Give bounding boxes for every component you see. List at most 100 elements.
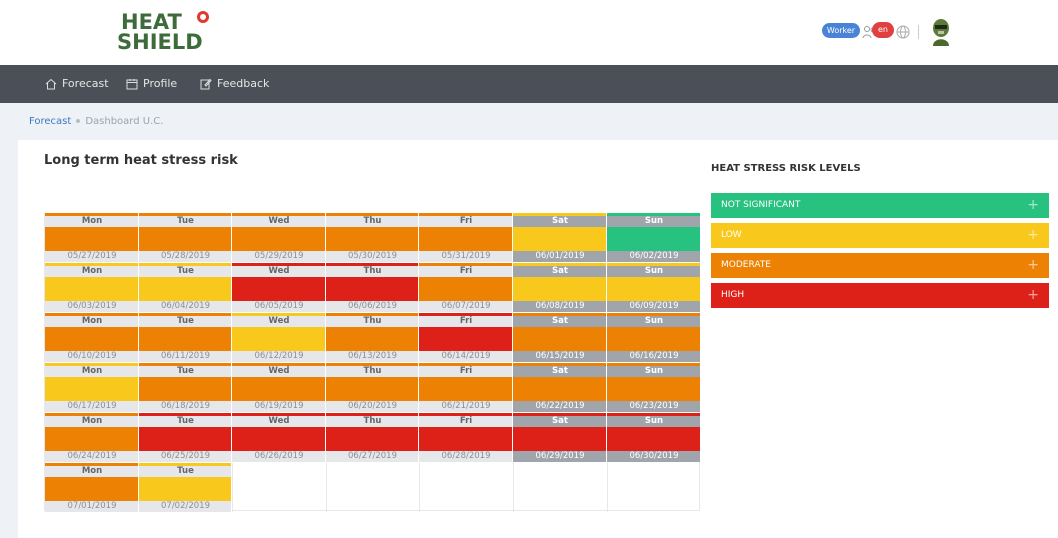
day-name: Sat (513, 216, 607, 227)
calendar-day[interactable]: Sat 06/15/2019 (513, 313, 607, 362)
day-risk-bar (45, 477, 139, 501)
nav-forecast[interactable]: Forecast (45, 65, 109, 103)
day-name: Fri (419, 266, 513, 277)
day-name: Sun (607, 216, 701, 227)
breadcrumb-forecast-link[interactable]: Forecast (29, 116, 71, 127)
legend-item-moderate[interactable]: MODERATE + (711, 253, 1049, 278)
calendar-day[interactable]: Sun 06/30/2019 (607, 413, 701, 462)
calendar-day[interactable]: Mon 06/24/2019 (45, 413, 139, 462)
day-date: 06/06/2019 (326, 301, 419, 312)
day-name: Tue (139, 416, 232, 427)
heatshield-logo[interactable]: HEAT SHIELD (117, 10, 212, 58)
day-name: Tue (139, 266, 232, 277)
calendar-day[interactable]: Tue 06/18/2019 (139, 363, 232, 412)
globe-icon[interactable] (896, 25, 910, 39)
day-name: Wed (232, 416, 326, 427)
calendar-icon (126, 79, 138, 90)
calendar-day[interactable]: Fri 06/21/2019 (419, 363, 513, 412)
day-separator (700, 363, 701, 412)
day-date: 05/30/2019 (326, 251, 419, 262)
day-risk-bar (513, 427, 607, 451)
day-separator (700, 413, 701, 462)
calendar-day[interactable]: Tue 06/04/2019 (139, 263, 232, 312)
day-risk-bar (232, 277, 326, 301)
day-name: Wed (232, 366, 326, 377)
day-name: Fri (419, 316, 513, 327)
expand-plus-icon[interactable]: + (1027, 283, 1039, 308)
calendar-day[interactable]: Mon 05/27/2019 (45, 213, 139, 262)
calendar-day[interactable]: Thu 06/20/2019 (326, 363, 419, 412)
calendar-empty-day (326, 463, 419, 512)
calendar-day[interactable]: Sun 06/02/2019 (607, 213, 701, 262)
day-date: 06/05/2019 (232, 301, 326, 312)
role-badge[interactable]: Worker (822, 23, 860, 38)
nav-feedback[interactable]: Feedback (200, 65, 269, 103)
day-risk-bar (139, 477, 232, 501)
legend-item-high[interactable]: HIGH + (711, 283, 1049, 308)
day-name: Sun (607, 266, 701, 277)
calendar-day[interactable]: Wed 05/29/2019 (232, 213, 326, 262)
calendar-day[interactable]: Tue 06/11/2019 (139, 313, 232, 362)
day-risk-bar (139, 277, 232, 301)
day-date: 06/11/2019 (139, 351, 232, 362)
calendar-day[interactable]: Mon 06/10/2019 (45, 313, 139, 362)
calendar-day[interactable]: Tue 05/28/2019 (139, 213, 232, 262)
calendar-day[interactable]: Fri 06/28/2019 (419, 413, 513, 462)
calendar-day[interactable]: Mon 06/17/2019 (45, 363, 139, 412)
legend-item-not-significant[interactable]: NOT SIGNIFICANT + (711, 193, 1049, 218)
calendar-day[interactable]: Thu 06/27/2019 (326, 413, 419, 462)
main-nav: Forecast Profile Feedback (0, 65, 1058, 103)
day-name: Wed (232, 316, 326, 327)
legend-item-label: HIGH (721, 290, 745, 300)
day-risk-bar (419, 277, 513, 301)
calendar-day[interactable]: Fri 06/07/2019 (419, 263, 513, 312)
calendar-day[interactable]: Thu 06/06/2019 (326, 263, 419, 312)
calendar-day[interactable]: Mon 06/03/2019 (45, 263, 139, 312)
calendar-day[interactable]: Tue 06/25/2019 (139, 413, 232, 462)
calendar-day[interactable]: Thu 06/13/2019 (326, 313, 419, 362)
day-risk-bar (139, 427, 232, 451)
expand-plus-icon[interactable]: + (1027, 193, 1039, 218)
day-separator (700, 313, 701, 362)
expand-plus-icon[interactable]: + (1027, 253, 1039, 278)
user-avatar[interactable] (930, 18, 952, 46)
calendar-day[interactable]: Wed 06/12/2019 (232, 313, 326, 362)
legend-item-low[interactable]: LOW + (711, 223, 1049, 248)
calendar-day[interactable]: Sat 06/22/2019 (513, 363, 607, 412)
day-risk-bar (607, 227, 701, 251)
day-name: Sun (607, 316, 701, 327)
calendar-day[interactable]: Sat 06/08/2019 (513, 263, 607, 312)
day-date: 05/31/2019 (419, 251, 513, 262)
day-name: Tue (139, 316, 232, 327)
calendar-day[interactable]: Tue 07/02/2019 (139, 463, 232, 512)
legend-item-label: NOT SIGNIFICANT (721, 200, 801, 210)
calendar-day[interactable]: Sat 06/01/2019 (513, 213, 607, 262)
calendar-day[interactable]: Wed 06/05/2019 (232, 263, 326, 312)
calendar-day[interactable]: Fri 06/14/2019 (419, 313, 513, 362)
calendar-day[interactable]: Thu 05/30/2019 (326, 213, 419, 262)
legend-item-label: MODERATE (721, 260, 771, 270)
language-badge[interactable]: en (872, 22, 894, 38)
expand-plus-icon[interactable]: + (1027, 223, 1039, 248)
calendar-day[interactable]: Wed 06/26/2019 (232, 413, 326, 462)
day-risk-bar (326, 227, 419, 251)
day-date: 06/10/2019 (45, 351, 139, 362)
breadcrumb: Forecast Dashboard U.C. (0, 103, 1058, 140)
day-name: Thu (326, 316, 419, 327)
calendar-day[interactable]: Fri 05/31/2019 (419, 213, 513, 262)
day-risk-bar (232, 327, 326, 351)
calendar-day[interactable]: Sun 06/16/2019 (607, 313, 701, 362)
day-risk-bar (419, 377, 513, 401)
calendar-day[interactable]: Mon 07/01/2019 (45, 463, 139, 512)
calendar-empty-day (232, 463, 326, 512)
day-risk-bar (232, 427, 326, 451)
calendar-day[interactable]: Wed 06/19/2019 (232, 363, 326, 412)
nav-profile[interactable]: Profile (126, 65, 177, 103)
calendar-day[interactable]: Sun 06/09/2019 (607, 263, 701, 312)
day-risk-bar (45, 277, 139, 301)
day-risk-bar (419, 227, 513, 251)
day-name: Tue (139, 366, 232, 377)
day-risk-bar (326, 377, 419, 401)
calendar-day[interactable]: Sat 06/29/2019 (513, 413, 607, 462)
calendar-day[interactable]: Sun 06/23/2019 (607, 363, 701, 412)
